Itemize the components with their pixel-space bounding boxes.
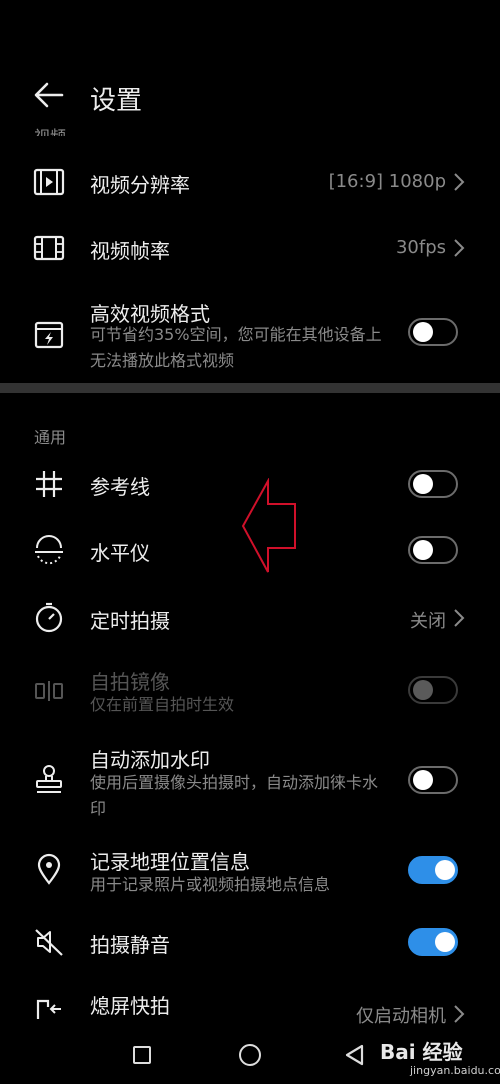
row-video-framerate[interactable]: 视频帧率 30fps xyxy=(0,226,500,270)
location-pin-icon xyxy=(37,853,61,885)
mirror-icon xyxy=(35,681,63,701)
back-arrow-icon[interactable] xyxy=(32,78,66,112)
toggle-knob xyxy=(413,770,433,790)
chevron-right-icon xyxy=(454,173,465,191)
row-label: 参考线 xyxy=(90,475,150,499)
toggle-knob xyxy=(413,540,433,560)
row-label: 水平仪 xyxy=(90,541,150,565)
row-shutter-mute[interactable]: 拍摄静音 xyxy=(0,920,500,964)
efficient-format-toggle[interactable] xyxy=(408,318,458,346)
selfie-mirror-toggle xyxy=(408,676,458,704)
row-description: 可节省约35%空间，您可能在其他设备上无法播放此格式视频 xyxy=(90,325,382,370)
toggle-knob xyxy=(413,474,433,494)
timer-icon xyxy=(35,602,63,633)
video-resolution-icon xyxy=(33,168,65,196)
row-value: [16:9] 1080p xyxy=(328,171,446,192)
row-label: 记录地理位置信息 xyxy=(90,850,250,874)
efficient-format-icon xyxy=(34,321,64,349)
back-triangle-icon[interactable] xyxy=(344,1044,366,1066)
row-auto-watermark[interactable]: 自动添加水印 使用后置摄像头拍摄时，自动添加徕卡水印 xyxy=(0,744,500,820)
baidu-watermark-url: jingyan.baidu.com xyxy=(410,1064,500,1077)
gridlines-toggle[interactable] xyxy=(408,470,458,498)
row-description: 使用后置摄像头拍摄时，自动添加徕卡水印 xyxy=(90,773,379,818)
row-location-info[interactable]: 记录地理位置信息 用于记录照片或视频拍摄地点信息 xyxy=(0,846,500,900)
row-label: 自动添加水印 xyxy=(90,748,210,772)
row-label: 视频分辨率 xyxy=(90,173,190,197)
row-description: 仅在前置自拍时生效 xyxy=(90,695,235,714)
recent-apps-button[interactable] xyxy=(133,1046,151,1064)
stamp-icon xyxy=(36,765,62,793)
baidu-watermark: Bai 经验 xyxy=(380,1040,463,1064)
row-value: 关闭 xyxy=(410,611,446,632)
row-efficient-video-format[interactable]: 高效视频格式 可节省约35%空间，您可能在其他设备上无法播放此格式视频 xyxy=(0,296,500,376)
film-icon xyxy=(33,235,65,261)
toggle-knob xyxy=(413,680,433,700)
chevron-right-icon xyxy=(454,1005,465,1023)
home-button[interactable] xyxy=(239,1044,261,1066)
row-selfie-mirror: 自拍镜像 仅在前置自拍时生效 xyxy=(0,666,500,720)
row-label: 视频帧率 xyxy=(90,239,170,263)
shutter-mute-toggle[interactable] xyxy=(408,928,458,956)
chevron-right-icon xyxy=(454,609,465,627)
row-description: 用于记录照片或视频拍摄地点信息 xyxy=(90,875,331,894)
annotation-arrow-icon xyxy=(241,478,296,573)
row-value: 30fps xyxy=(395,237,446,258)
toggle-knob xyxy=(435,860,455,880)
row-timer[interactable]: 定时拍摄 关闭 xyxy=(0,596,500,640)
page-title: 设置 xyxy=(90,86,143,116)
level-toggle[interactable] xyxy=(408,536,458,564)
level-icon xyxy=(35,535,63,565)
auto-watermark-toggle[interactable] xyxy=(408,766,458,794)
mute-icon xyxy=(35,929,63,956)
toggle-knob xyxy=(435,932,455,952)
row-label: 熄屏快拍 xyxy=(90,994,170,1018)
grid-icon xyxy=(36,471,62,497)
location-toggle[interactable] xyxy=(408,856,458,884)
row-label: 拍摄静音 xyxy=(90,933,170,957)
snapshot-icon xyxy=(36,999,61,1019)
row-video-resolution[interactable]: 视频分辨率 [16:9] 1080p xyxy=(0,160,500,204)
chevron-right-icon xyxy=(454,239,465,257)
section-header-general: 通用 xyxy=(34,428,67,447)
section-divider xyxy=(0,383,500,393)
row-screen-off-snapshot[interactable]: 熄屏快拍 仅启动相机 xyxy=(0,984,500,1028)
row-label: 定时拍摄 xyxy=(90,609,170,633)
row-label: 自拍镜像 xyxy=(90,670,170,694)
section-header-video: 视频 xyxy=(34,122,66,136)
toggle-knob xyxy=(413,322,433,342)
